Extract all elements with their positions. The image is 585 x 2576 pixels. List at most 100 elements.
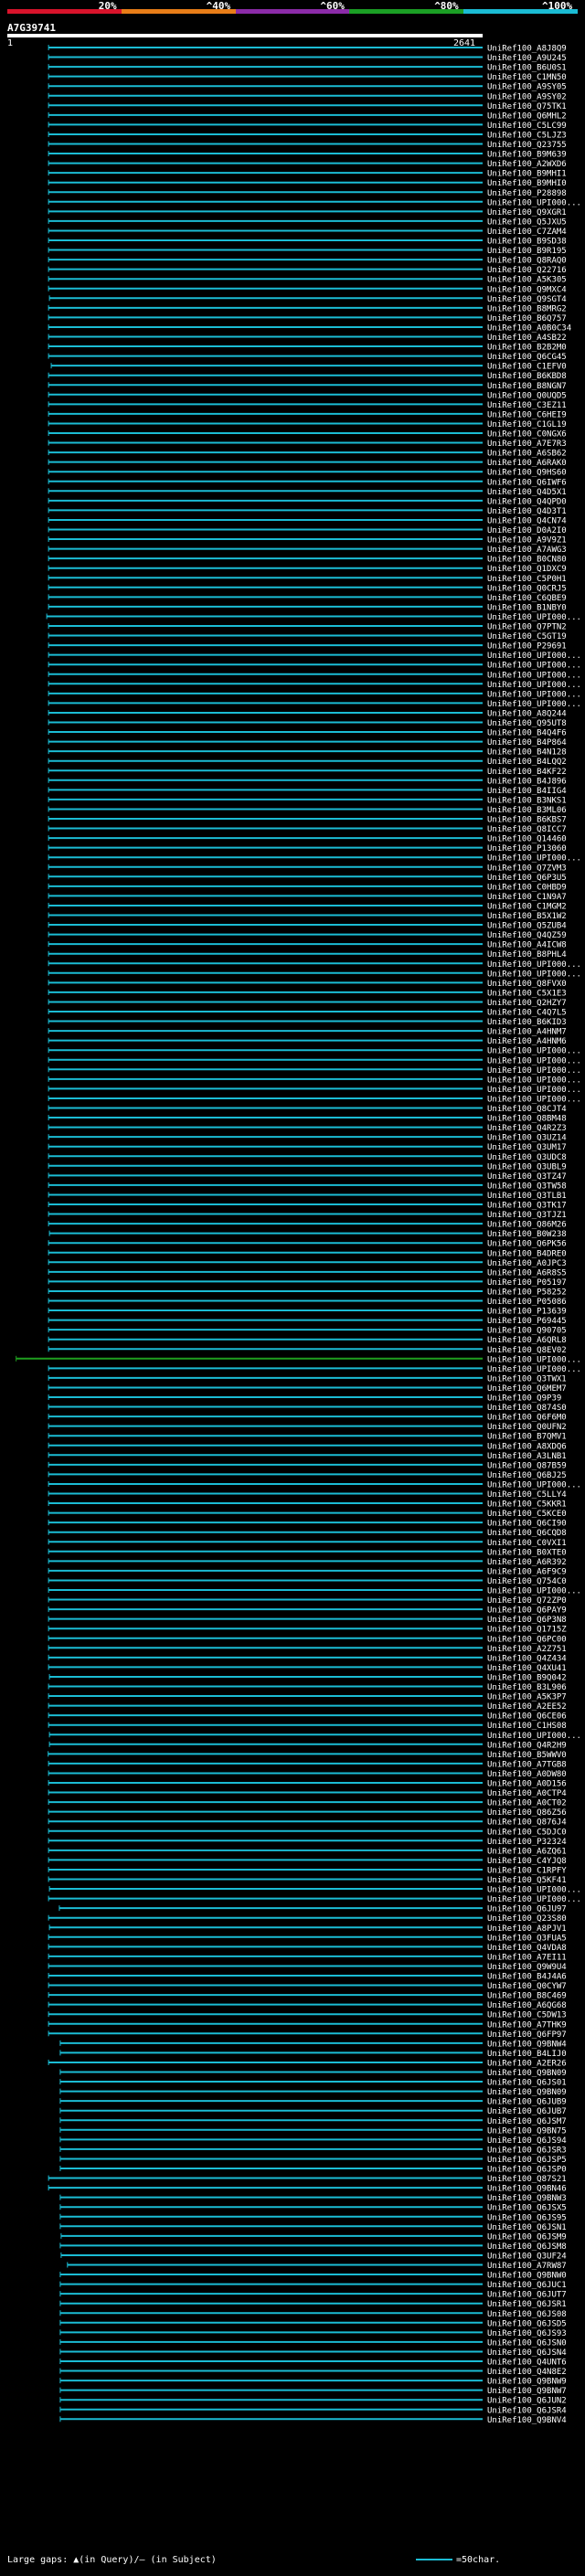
hit-label[interactable]: UniRef100_Q6P3N8	[487, 1616, 567, 1625]
hit-label[interactable]: UniRef100_Q6FP97	[487, 2030, 567, 2040]
hit-label[interactable]: UniRef100_A8XDQ6	[487, 1442, 567, 1451]
hit-label[interactable]: UniRef100_B4IIG4	[487, 787, 567, 796]
hit-label[interactable]: UniRef100_Q6JSR1	[487, 2300, 567, 2309]
hit-label[interactable]: UniRef100_Q75TK1	[487, 102, 567, 111]
hit-label[interactable]: UniRef100_UPI000...	[487, 1895, 581, 1904]
hit-label[interactable]: UniRef100_Q87S21	[487, 2175, 567, 2184]
hit-label[interactable]: UniRef100_Q5ZUB4	[487, 922, 567, 931]
hit-label[interactable]: UniRef100_UPI000...	[487, 198, 581, 207]
hit-label[interactable]: UniRef100_Q6JUN2	[487, 2397, 567, 2406]
hit-label[interactable]: UniRef100_Q8BM48	[487, 1115, 567, 1124]
hit-label[interactable]: UniRef100_P13639	[487, 1308, 567, 1317]
hit-label[interactable]: UniRef100_A8J8Q9	[487, 45, 567, 54]
hit-label[interactable]: UniRef100_Q3TWX1	[487, 1374, 567, 1383]
hit-label[interactable]: UniRef100_Q6JSM8	[487, 2242, 567, 2252]
hit-label[interactable]: UniRef100_Q876J4	[487, 1818, 567, 1828]
hit-label[interactable]: UniRef100_A7RW87	[487, 2262, 567, 2271]
hit-label[interactable]: UniRef100_A6R8S5	[487, 1268, 567, 1277]
hit-label[interactable]: UniRef100_Q3UDC8	[487, 1153, 567, 1162]
hit-label[interactable]: UniRef100_A7E7R3	[487, 440, 567, 449]
hit-label[interactable]: UniRef100_P69445	[487, 1317, 567, 1326]
hit-label[interactable]: UniRef100_A2ER26	[487, 2059, 567, 2068]
hit-label[interactable]: UniRef100_A0D156	[487, 1780, 567, 1789]
hit-label[interactable]: UniRef100_B9MHI1	[487, 170, 567, 179]
hit-label[interactable]: UniRef100_Q3TLB1	[487, 1192, 567, 1201]
hit-label[interactable]: UniRef100_Q9BNW3	[487, 2194, 567, 2203]
hit-label[interactable]: UniRef100_C5LJZ3	[487, 131, 567, 140]
hit-label[interactable]: UniRef100_UPI000...	[487, 700, 581, 709]
hit-label[interactable]: UniRef100_Q3FUA5	[487, 1934, 567, 1943]
hit-label[interactable]: UniRef100_B4J4A6	[487, 1973, 567, 1982]
hit-label[interactable]: UniRef100_Q0CYW7	[487, 1982, 567, 1991]
hit-label[interactable]: UniRef100_A9SY05	[487, 83, 567, 92]
hit-label[interactable]: UniRef100_B8C469	[487, 1992, 567, 2001]
hit-label[interactable]: UniRef100_B0XTE0	[487, 1548, 567, 1557]
hit-label[interactable]: UniRef100_B3L906	[487, 1683, 567, 1692]
hit-label[interactable]: UniRef100_B4Q4F6	[487, 729, 567, 738]
hit-label[interactable]: UniRef100_Q23S80	[487, 1914, 567, 1924]
hit-label[interactable]: UniRef100_C1MGM2	[487, 902, 567, 911]
hit-label[interactable]: UniRef100_A4SB22	[487, 334, 567, 343]
hit-label[interactable]: UniRef100_Q6IWF6	[487, 478, 567, 487]
hit-label[interactable]: UniRef100_B9SD38	[487, 238, 567, 247]
hit-label[interactable]: UniRef100_Q6JUC1	[487, 2281, 567, 2290]
hit-label[interactable]: UniRef100_Q6JS08	[487, 2310, 567, 2319]
hit-label[interactable]: UniRef100_Q8ICC7	[487, 825, 567, 834]
hit-label[interactable]: UniRef100_B1NBY0	[487, 603, 567, 612]
hit-label[interactable]: UniRef100_UPI000...	[487, 1086, 581, 1095]
hit-label[interactable]: UniRef100_C5X1E3	[487, 989, 567, 998]
hit-label[interactable]: UniRef100_Q95UT8	[487, 719, 567, 728]
hit-label[interactable]: UniRef100_UPI000...	[487, 1355, 581, 1364]
hit-label[interactable]: UniRef100_Q5KF41	[487, 1876, 567, 1885]
hit-label[interactable]: UniRef100_Q6F6M0	[487, 1414, 567, 1423]
hit-label[interactable]: UniRef100_A7THK9	[487, 2020, 567, 2030]
hit-label[interactable]: UniRef100_C0VXI1	[487, 1539, 567, 1548]
hit-label[interactable]: UniRef100_Q6CQD8	[487, 1529, 567, 1538]
hit-label[interactable]: UniRef100_C1GL19	[487, 420, 567, 429]
hit-label[interactable]: UniRef100_Q9HS60	[487, 469, 567, 478]
hit-label[interactable]: UniRef100_P32324	[487, 1838, 567, 1847]
hit-label[interactable]: UniRef100_Q6JSR3	[487, 2146, 567, 2155]
hit-label[interactable]: UniRef100_Q9BNW4	[487, 2040, 567, 2049]
hit-label[interactable]: UniRef100_Q6JSR4	[487, 2406, 567, 2415]
hit-label[interactable]: UniRef100_Q8RAQ0	[487, 257, 567, 266]
hit-label[interactable]: UniRef100_Q6JUB9	[487, 2098, 567, 2107]
hit-label[interactable]: UniRef100_P28898	[487, 189, 567, 198]
hit-label[interactable]: UniRef100_A3LNB1	[487, 1452, 567, 1461]
hit-label[interactable]: UniRef100_P58252	[487, 1288, 567, 1297]
hit-label[interactable]: UniRef100_Q6BJ25	[487, 1471, 567, 1480]
hit-label[interactable]: UniRef100_A7AWG3	[487, 546, 567, 555]
hit-label[interactable]: UniRef100_A7TGB8	[487, 1760, 567, 1769]
hit-label[interactable]: UniRef100_Q3UBL9	[487, 1162, 567, 1171]
hit-label[interactable]: UniRef100_A0JPC3	[487, 1259, 567, 1268]
hit-label[interactable]: UniRef100_UPI000...	[487, 1365, 581, 1374]
hit-label[interactable]: UniRef100_UPI000...	[487, 1047, 581, 1056]
hit-label[interactable]: UniRef100_Q0UQD5	[487, 391, 567, 400]
hit-label[interactable]: UniRef100_Q23755	[487, 141, 567, 150]
hit-label[interactable]: UniRef100_Q6JSN4	[487, 2348, 567, 2358]
hit-label[interactable]: UniRef100_UPI000...	[487, 1480, 581, 1489]
hit-label[interactable]: UniRef100_Q90705	[487, 1327, 567, 1336]
hit-label[interactable]: UniRef100_UPI000...	[487, 690, 581, 699]
hit-label[interactable]: UniRef100_B4P864	[487, 738, 567, 747]
hit-label[interactable]: UniRef100_B6KBD8	[487, 372, 567, 381]
hit-label[interactable]: UniRef100_Q754C0	[487, 1577, 567, 1586]
hit-label[interactable]: UniRef100_Q9BN09	[487, 2069, 567, 2078]
hit-label[interactable]: UniRef100_Q7PTN2	[487, 623, 567, 632]
hit-label[interactable]: UniRef100_B4LQQ2	[487, 758, 567, 767]
hit-label[interactable]: UniRef100_P05086	[487, 1298, 567, 1307]
hit-label[interactable]: UniRef100_A6SB62	[487, 450, 567, 459]
hit-label[interactable]: UniRef100_UPI000...	[487, 671, 581, 680]
hit-label[interactable]: UniRef100_Q6JS95	[487, 2213, 567, 2222]
hit-label[interactable]: UniRef100_Q86Z56	[487, 1808, 567, 1818]
hit-label[interactable]: UniRef100_C1MN50	[487, 73, 567, 82]
hit-label[interactable]: UniRef100_B9Q042	[487, 1673, 567, 1682]
hit-label[interactable]: UniRef100_UPI000...	[487, 1732, 581, 1741]
hit-label[interactable]: UniRef100_Q9W9U4	[487, 1963, 567, 1972]
hit-label[interactable]: UniRef100_UPI000...	[487, 1056, 581, 1065]
hit-label[interactable]: UniRef100_UPI000...	[487, 1076, 581, 1085]
hit-label[interactable]: UniRef100_Q6MHL2	[487, 111, 567, 121]
hit-label[interactable]: UniRef100_Q87B59	[487, 1461, 567, 1470]
hit-label[interactable]: UniRef100_Q22716	[487, 266, 567, 275]
hit-label[interactable]: UniRef100_Q874S0	[487, 1404, 567, 1413]
